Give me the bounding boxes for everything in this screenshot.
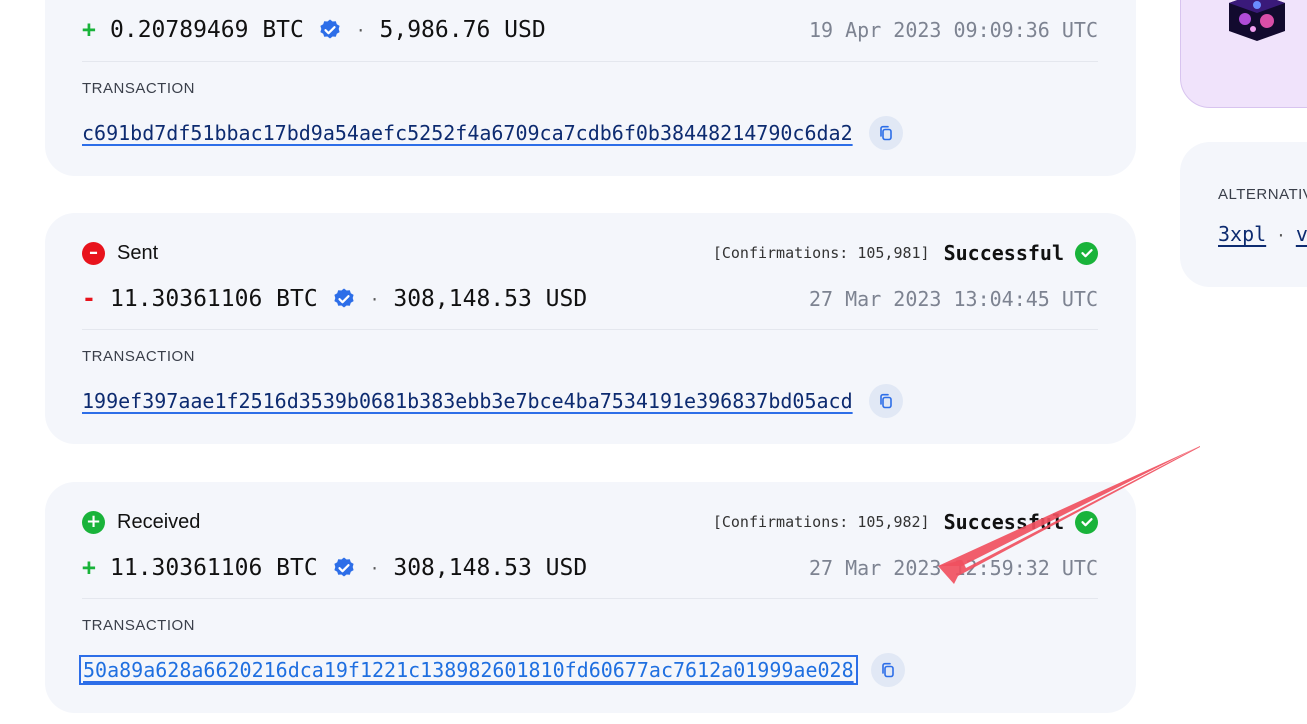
amount-row: - 11.30361106 BTC · 308,148.53 USD 27 Ma… <box>82 283 1098 315</box>
divider <box>82 61 1098 62</box>
verified-badge-icon <box>334 288 354 308</box>
status-row: + Received [Confirmations: 105,982] Succ… <box>82 509 1098 535</box>
btc-amount: 11.30361106 BTC <box>110 555 318 581</box>
amount-sign: + <box>82 17 96 43</box>
confirmations-count: [Confirmations: 105,981] <box>712 244 930 262</box>
direction-label: Sent <box>117 241 159 264</box>
separator-dot: · <box>355 20 366 40</box>
transaction-label: TRANSACTION <box>82 80 196 97</box>
transaction-hash-row: c691bd7df51bbac17bd9a54aefc5252f4a6709ca… <box>82 115 903 151</box>
transaction-date: 27 Mar 2023 13:04:45 UTC <box>809 287 1098 311</box>
copy-button[interactable] <box>868 116 903 150</box>
copy-button[interactable] <box>868 384 903 418</box>
alternative-explorers-card: ALTERNATIVE 3xpl · v <box>1180 142 1307 287</box>
btc-amount: 11.30361106 BTC <box>110 286 318 312</box>
copy-icon <box>879 393 892 409</box>
verified-badge-icon <box>334 557 354 577</box>
minus-circle-icon: – <box>82 241 105 265</box>
amount-sign: + <box>82 555 96 581</box>
copy-button[interactable] <box>870 653 905 687</box>
check-circle-icon <box>1075 510 1098 534</box>
status-text: Successful <box>943 510 1064 534</box>
transaction-hash-row: 199ef397aae1f2516d3539b0681b383ebb3e7bce… <box>82 383 903 419</box>
promo-card[interactable] <box>1180 0 1307 108</box>
verified-badge-icon <box>320 19 340 39</box>
transaction-hash-link[interactable]: 50a89a628a6620216dca19f1221c138982601810… <box>79 655 858 685</box>
status-text: Successful <box>943 241 1064 265</box>
separator-dot: · <box>369 289 380 309</box>
separator-dot: · <box>369 558 380 578</box>
alternative-links: 3xpl · v <box>1218 222 1307 246</box>
transaction-card-3: + Received [Confirmations: 105,982] Succ… <box>45 482 1136 713</box>
transaction-hash-link[interactable]: 199ef397aae1f2516d3539b0681b383ebb3e7bce… <box>82 389 853 413</box>
nft-cube-image <box>1229 0 1285 41</box>
amount-sign: - <box>82 286 96 312</box>
alternative-title: ALTERNATIVE <box>1218 186 1307 203</box>
confirmations-count: [Confirmations: 105,982] <box>712 513 930 531</box>
explorer-link-2[interactable]: v <box>1296 222 1307 246</box>
divider <box>82 329 1098 330</box>
transaction-hash-link[interactable]: c691bd7df51bbac17bd9a54aefc5252f4a6709ca… <box>82 121 853 145</box>
transaction-card-1: + 0.20789469 BTC · 5,986.76 USD 19 Apr 2… <box>45 0 1136 176</box>
usd-amount: 308,148.53 USD <box>393 555 588 581</box>
check-circle-icon <box>1075 241 1098 265</box>
status-row: – Sent [Confirmations: 105,981] Successf… <box>82 240 1098 266</box>
separator-dot: · <box>1276 226 1286 245</box>
transaction-card-2: – Sent [Confirmations: 105,981] Successf… <box>45 213 1136 444</box>
divider <box>82 598 1098 599</box>
transaction-label: TRANSACTION <box>82 617 196 634</box>
usd-amount: 308,148.53 USD <box>393 286 588 312</box>
transaction-label: TRANSACTION <box>82 348 196 365</box>
btc-amount: 0.20789469 BTC <box>110 17 304 43</box>
transaction-date: 27 Mar 2023 12:59:32 UTC <box>809 556 1098 580</box>
copy-icon <box>881 662 894 678</box>
transaction-date: 19 Apr 2023 09:09:36 UTC <box>809 18 1098 42</box>
explorer-link-3xpl[interactable]: 3xpl <box>1218 222 1266 246</box>
direction-label: Received <box>117 510 201 533</box>
plus-circle-icon: + <box>82 510 105 534</box>
amount-row: + 0.20789469 BTC · 5,986.76 USD 19 Apr 2… <box>82 14 1098 46</box>
usd-amount: 5,986.76 USD <box>379 17 546 43</box>
transaction-hash-row: 50a89a628a6620216dca19f1221c138982601810… <box>79 652 905 688</box>
amount-row: + 11.30361106 BTC · 308,148.53 USD 27 Ma… <box>82 552 1098 584</box>
copy-icon <box>879 125 892 141</box>
